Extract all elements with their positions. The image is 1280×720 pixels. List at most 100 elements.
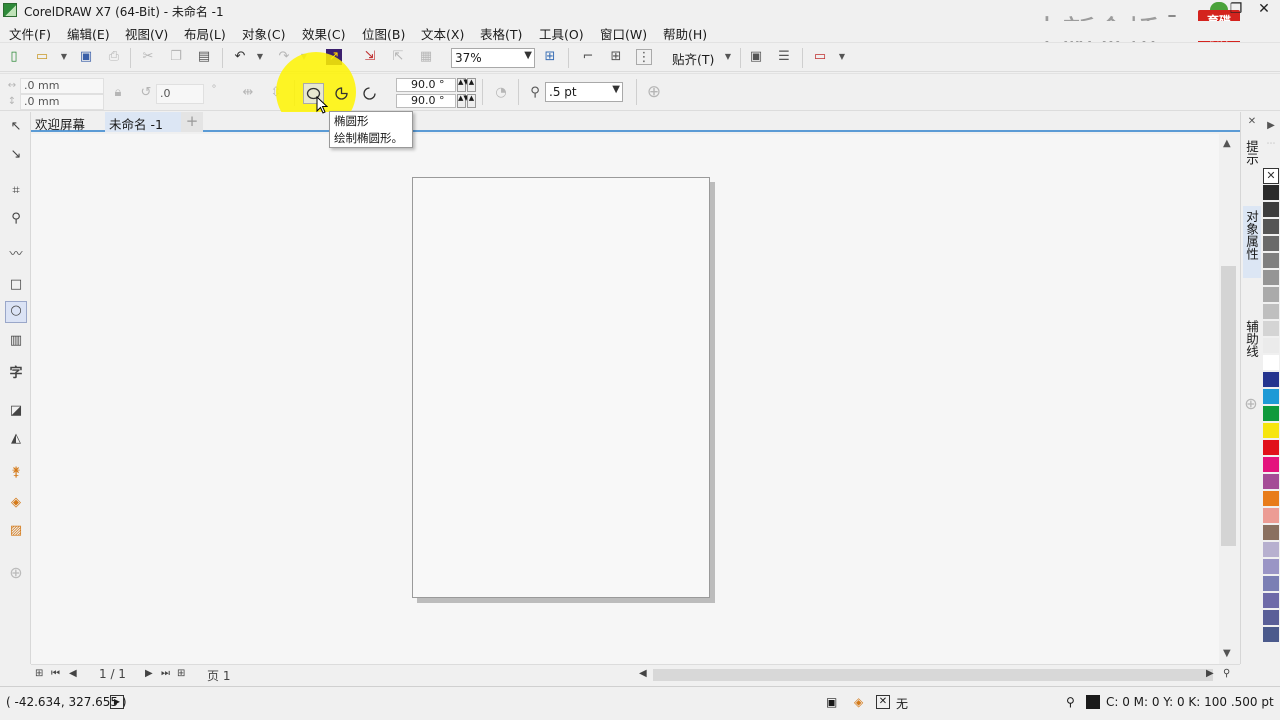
cut-icon[interactable]: ✂ <box>140 49 156 65</box>
welcome-screen-icon[interactable]: ▭ <box>812 49 828 65</box>
scroll-down-icon[interactable]: ▼ <box>1223 648 1231 659</box>
show-rulers-icon[interactable]: ⌐ <box>580 49 596 65</box>
color-swatch[interactable] <box>1263 491 1279 507</box>
no-fill-swatch[interactable]: ✕ <box>876 695 890 709</box>
color-swatch[interactable] <box>1263 542 1279 558</box>
menu-window[interactable]: 窗口(W) <box>600 24 647 43</box>
menu-file[interactable]: 文件(F) <box>9 24 51 43</box>
x-position-field[interactable]: .0 mm <box>20 78 104 94</box>
vertical-scrollbar[interactable]: ▲ ▼ <box>1219 134 1239 664</box>
insert-page-after-icon[interactable]: ⊞ <box>177 668 185 679</box>
insert-page-before-icon[interactable]: ⊞ <box>35 668 43 679</box>
scroll-right-icon[interactable]: ▶ <box>1206 668 1214 679</box>
start-angle-spinner[interactable]: ▲▼ <box>457 78 469 92</box>
color-swatch[interactable] <box>1263 321 1279 337</box>
eyedropper-tool-icon[interactable]: ⚵ <box>7 464 25 482</box>
color-swatch[interactable] <box>1263 474 1279 490</box>
ellipse-tool-icon[interactable]: ○ <box>5 301 27 323</box>
smart-fill-tool-icon[interactable]: ▨ <box>7 522 25 540</box>
color-swatch[interactable] <box>1263 185 1279 201</box>
tab-welcome-screen[interactable]: 欢迎屏幕 <box>31 112 89 132</box>
page-tab[interactable]: 页 1 <box>207 667 230 684</box>
save-icon[interactable]: ▣ <box>78 49 94 65</box>
pick-tool-icon[interactable]: ↖ <box>7 118 25 136</box>
color-swatch[interactable] <box>1263 270 1279 286</box>
color-swatch[interactable] <box>1263 576 1279 592</box>
add-toolbar-icon[interactable]: ⊕ <box>646 84 662 101</box>
copy-icon[interactable]: ❐ <box>168 49 184 65</box>
outline-color-swatch[interactable] <box>1086 695 1100 709</box>
end-angle-field[interactable]: 90.0 ° <box>396 94 456 108</box>
menu-text[interactable]: 文本(X) <box>421 24 464 43</box>
options-icon[interactable]: ▣ <box>748 49 764 65</box>
color-swatch[interactable] <box>1263 253 1279 269</box>
add-tool-icon[interactable]: ⊕ <box>7 564 25 582</box>
welcome-dropdown-icon[interactable]: ▼ <box>834 49 850 65</box>
y-position-field[interactable]: .0 mm <box>20 94 104 110</box>
interactive-fill-tool-icon[interactable]: ◈ <box>7 494 25 512</box>
zoom-navigator-icon[interactable]: ⚲ <box>1223 668 1230 679</box>
new-tab-button[interactable]: + <box>181 112 203 132</box>
show-grid-icon[interactable]: ⊞ <box>608 49 624 65</box>
pie-mode-button[interactable] <box>332 84 351 103</box>
open-dropdown-icon[interactable]: ▼ <box>56 49 72 65</box>
open-folder-icon[interactable]: ▭ <box>34 49 50 65</box>
color-swatch[interactable] <box>1263 406 1279 422</box>
previous-page-icon[interactable]: ◀ <box>69 668 77 679</box>
change-direction-icon[interactable]: ◔ <box>493 85 509 101</box>
palette-options-icon[interactable]: ⋯ <box>1263 136 1279 152</box>
menu-help[interactable]: 帮助(H) <box>663 24 707 43</box>
zoom-level-select[interactable]: 37% ▼ <box>451 48 535 68</box>
color-swatch[interactable] <box>1263 610 1279 626</box>
color-swatch[interactable] <box>1263 355 1279 371</box>
palette-expand-icon[interactable]: ▶ <box>1263 118 1279 134</box>
restore-button[interactable]: ❐ <box>1224 0 1248 20</box>
menu-edit[interactable]: 编辑(E) <box>67 24 110 43</box>
scroll-left-icon[interactable]: ◀ <box>639 668 647 679</box>
start-angle-spinner-up[interactable]: ▲ <box>467 78 476 92</box>
outline-width-select[interactable]: .5 pt ▼ <box>545 82 623 102</box>
shape-tool-icon[interactable]: ↘ <box>7 146 25 164</box>
color-swatch[interactable] <box>1263 423 1279 439</box>
publish-pdf-icon[interactable]: ▦ <box>418 49 434 65</box>
add-docker-icon[interactable]: ⊕ <box>1243 396 1259 412</box>
end-angle-spinner[interactable]: ▲▼ <box>457 94 469 108</box>
color-swatch[interactable] <box>1263 202 1279 218</box>
end-angle-spinner-up[interactable]: ▲ <box>467 94 476 108</box>
color-swatch[interactable] <box>1263 627 1279 643</box>
docker-tab-hints[interactable]: 提示 <box>1243 136 1261 186</box>
rectangle-tool-icon[interactable]: □ <box>7 276 25 294</box>
menu-layout[interactable]: 布局(L) <box>184 24 226 43</box>
horizontal-scroll-thumb[interactable] <box>653 669 1213 681</box>
crop-tool-icon[interactable]: ⌗ <box>7 182 25 200</box>
lock-ratio-icon[interactable]: 🔒︎ <box>110 85 126 101</box>
color-swatch[interactable] <box>1263 304 1279 320</box>
print-icon[interactable]: ⎙ <box>106 49 122 65</box>
snap-dropdown-icon[interactable]: ▼ <box>720 49 736 65</box>
arc-mode-button[interactable] <box>360 84 379 103</box>
color-swatch[interactable] <box>1263 372 1279 388</box>
color-swatch[interactable] <box>1263 236 1279 252</box>
minimize-button[interactable]: _ <box>1160 0 1184 20</box>
polygon-tool-icon[interactable]: ▥ <box>7 332 25 350</box>
color-swatch[interactable] <box>1263 457 1279 473</box>
paste-icon[interactable]: ▤ <box>196 49 212 65</box>
mirror-horizontal-icon[interactable]: ⇹ <box>240 85 256 101</box>
color-swatch[interactable] <box>1263 338 1279 354</box>
color-proof-icon[interactable]: ▣ <box>826 695 837 709</box>
menu-effects[interactable]: 效果(C) <box>302 24 345 43</box>
color-swatch[interactable] <box>1263 389 1279 405</box>
vertical-scroll-thumb[interactable] <box>1221 266 1236 546</box>
color-swatch[interactable] <box>1263 593 1279 609</box>
docker-tab-object-properties[interactable]: 对象属性 <box>1243 206 1261 278</box>
color-swatch[interactable] <box>1263 508 1279 524</box>
start-angle-field[interactable]: 90.0 ° <box>396 78 456 92</box>
no-color-swatch[interactable]: ✕ <box>1263 168 1279 184</box>
color-swatch[interactable] <box>1263 559 1279 575</box>
new-document-icon[interactable]: ▯ <box>6 49 22 65</box>
text-tool-icon[interactable]: 字 <box>7 365 25 383</box>
menu-view[interactable]: 视图(V) <box>125 24 168 43</box>
undo-dropdown-icon[interactable]: ▼ <box>252 49 268 65</box>
tab-untitled-document[interactable]: 未命名 -1 <box>105 112 183 132</box>
scroll-up-icon[interactable]: ▲ <box>1223 138 1231 149</box>
